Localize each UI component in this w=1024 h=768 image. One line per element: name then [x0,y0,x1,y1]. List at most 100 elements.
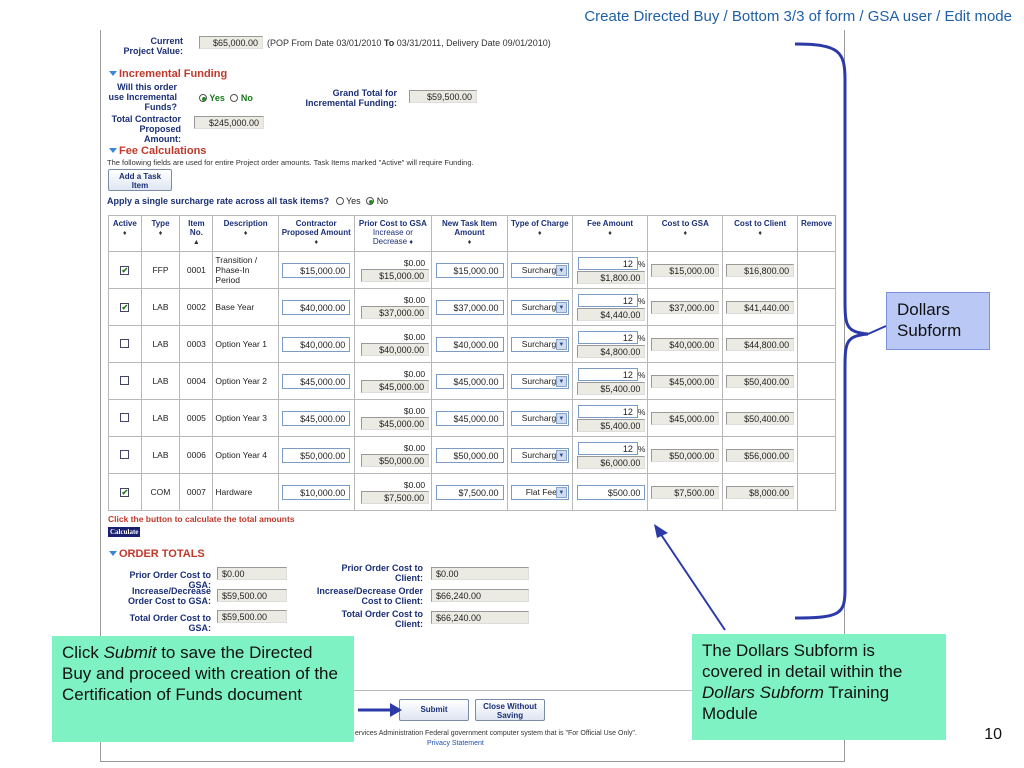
new-task-amount-input[interactable]: $15,000.00 [435,262,504,278]
type-cell: LAB [140,399,181,437]
fee-amount-value: $6,000.00 [577,455,646,469]
col-prior-cost[interactable]: Prior Cost to GSA Increase or Decrease ♦ [353,215,433,252]
prior-delta-value: $0.00 [403,369,426,379]
grand-total-value: $59,500.00 [409,90,477,103]
fee-percent-input[interactable]: 12 [577,367,638,381]
active-cell: ✔ [108,251,142,289]
contractor-amount-input[interactable]: $45,000.00 [282,410,351,426]
charge-type-select[interactable]: Surcharge ▼ [510,299,569,315]
col-cost-client[interactable]: Cost to Client ♦ [722,215,799,252]
contractor-amount-cell: $10,000.00 [277,473,355,511]
new-task-amount-input[interactable]: $40,000.00 [435,336,504,352]
charge-type-select[interactable]: Surcharge ▼ [510,373,569,389]
fee-percent-input[interactable]: 12 [577,293,638,307]
contractor-amount-input[interactable]: $50,000.00 [282,447,351,463]
col-item-no[interactable]: Item No. ▲ [179,215,214,252]
active-checkbox[interactable] [120,338,130,348]
contractor-amount-input[interactable]: $15,000.00 [282,262,351,278]
contractor-amount-input[interactable]: $40,000.00 [282,299,351,315]
new-task-amount-input[interactable]: $37,000.00 [435,299,504,315]
sort-icon: ♦ [314,239,319,246]
item-no-cell: 0003 [179,325,214,363]
cost-client-cell: $56,000.00 [722,436,799,474]
new-amount-cell: $15,000.00 [431,251,508,289]
charge-type-select[interactable]: Flat Fee ▼ [510,484,569,500]
fee-amount-value: $1,800.00 [577,270,646,284]
cost-client-cell: $8,000.00 [722,473,799,511]
fee-percent-input[interactable]: 12 [577,256,638,270]
incremental-funding-heading[interactable]: Incremental Funding [109,68,227,80]
prior-cost-value: $15,000.00 [361,269,430,282]
close-without-saving-button[interactable]: Close Without Saving [475,699,545,721]
incremental-question-label: Will this order use Incremental Funds? [108,82,177,112]
active-checkbox[interactable]: ✔ [120,303,130,312]
sort-icon: ♦ [158,230,163,237]
col-fee-amount[interactable]: Fee Amount ♦ [571,215,649,252]
prior-cost-cell: $0.00 $15,000.00 [353,251,433,289]
privacy-statement-link[interactable]: Privacy Statement [427,740,484,747]
prior-delta-value: $0.00 [403,406,426,416]
new-task-amount-input[interactable]: $50,000.00 [435,447,504,463]
charge-type-select[interactable]: Surcharge ▼ [510,447,569,463]
fee-percent-input[interactable]: 12 [577,404,638,418]
surcharge-no-radio[interactable] [366,197,375,205]
cost-gsa-cell: $50,000.00 [647,436,724,474]
prior-cost-value: $7,500.00 [361,491,430,504]
charge-type-cell: Surcharge ▼ [506,251,573,289]
submit-button[interactable]: Submit [399,699,469,721]
prior-cost-cell: $0.00 $37,000.00 [353,288,433,326]
new-task-amount-input[interactable]: $7,500.00 [435,484,504,500]
fee-percent-input[interactable]: 12 [577,330,638,344]
new-task-amount-input[interactable]: $45,000.00 [435,373,504,389]
fee-percent: 12% [577,404,645,418]
active-checkbox[interactable]: ✔ [120,488,130,497]
incremental-radio-group: Yes No [199,93,253,103]
table-row: LAB 0003 Option Year 1 $40,000.00 $0.00 $40,0… [108,325,836,363]
contractor-amount-input[interactable]: $45,000.00 [282,373,351,389]
prior-cost-cell: $0.00 $7,500.00 [353,473,433,511]
fee-calculations-heading[interactable]: Fee Calculations [109,145,206,157]
contractor-total-label: Total Contractor Proposed Amount: [111,114,181,144]
order-totals-heading[interactable]: ORDER TOTALS [109,548,205,560]
charge-type-select[interactable]: Surcharge ▼ [510,262,569,278]
col-type[interactable]: Type ♦ [140,215,181,252]
contractor-amount-input[interactable]: $40,000.00 [282,336,351,352]
pop-dates-text: (POP From Date 03/01/2010 To 03/31/2011,… [267,38,551,48]
col-new-task-amount[interactable]: New Task Item Amount ♦ [431,215,508,252]
fee-amount-input[interactable]: $500.00 [577,484,646,500]
col-cost-gsa[interactable]: Cost to GSA ♦ [647,215,724,252]
active-checkbox[interactable] [120,412,130,422]
col-active[interactable]: Active ♦ [108,215,142,252]
remove-cell [797,288,836,326]
contractor-total-value: $245,000.00 [194,116,264,129]
cost-gsa-value: $40,000.00 [651,337,720,351]
contractor-amount-input[interactable]: $10,000.00 [282,484,351,500]
description-cell: Option Year 4 [212,436,279,474]
col-contractor-amount[interactable]: Contractor Proposed Amount ♦ [277,215,355,252]
description-cell: Hardware [212,473,279,511]
active-checkbox[interactable] [120,449,130,459]
active-checkbox[interactable]: ✔ [120,266,130,275]
add-task-item-button[interactable]: Add a Task Item [108,169,172,191]
incdec-gsa-value: $59,500.00 [217,589,287,602]
cost-client-value: $44,800.00 [726,337,795,351]
remove-cell [797,251,836,289]
incremental-no-radio[interactable] [230,94,239,102]
fee-amount-cell: 12% $5,400.00 [571,362,649,400]
new-task-amount-input[interactable]: $45,000.00 [435,410,504,426]
contractor-amount-cell: $50,000.00 [277,436,355,474]
col-description[interactable]: Description ♦ [212,215,279,252]
fee-percent-input[interactable]: 12 [577,441,638,455]
item-no-cell: 0006 [179,436,214,474]
sort-icon: ♦ [123,230,127,237]
charge-type-select[interactable]: Surcharge ▼ [510,336,569,352]
active-checkbox[interactable] [120,375,130,385]
surcharge-yes-radio[interactable] [335,197,344,205]
charge-type-select[interactable]: Surcharge ▼ [510,410,569,426]
col-charge-type[interactable]: Type of Charge ♦ [506,215,573,252]
incremental-yes-radio[interactable] [199,94,207,102]
current-project-value: $65,000.00 [199,36,263,49]
active-cell [108,325,142,363]
calculate-button[interactable]: Calculate [108,527,141,537]
item-no-cell: 0001 [179,251,214,289]
